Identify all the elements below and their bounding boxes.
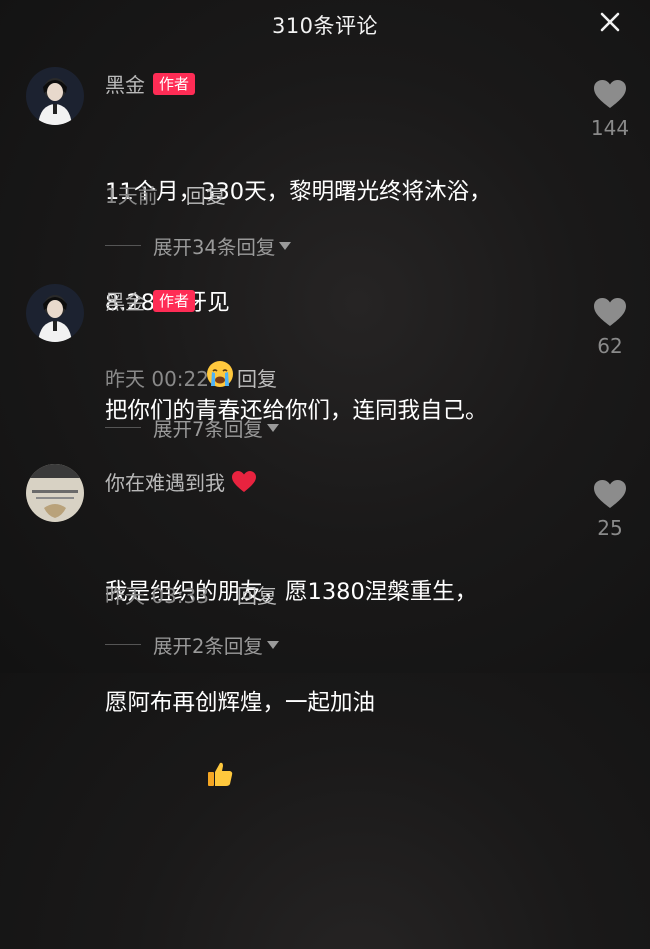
thumbs-up-icon <box>148 722 235 838</box>
close-icon[interactable] <box>596 8 624 36</box>
commenter-name[interactable]: 你在难遇到我 <box>105 467 225 496</box>
expand-replies-button[interactable]: 展开7条回复 <box>105 413 279 442</box>
expand-replies-button[interactable]: 展开2条回复 <box>105 630 279 659</box>
chevron-down-icon <box>266 640 279 649</box>
author-badge: 作者 <box>153 289 196 312</box>
like-button[interactable]: 25 <box>584 478 636 540</box>
expand-replies-label: 展开2条回复 <box>153 635 263 658</box>
heart-icon <box>594 80 626 108</box>
avatar[interactable] <box>26 67 84 125</box>
heart-icon <box>594 298 626 326</box>
like-count: 62 <box>597 334 623 358</box>
divider <box>105 427 141 428</box>
comment-text: 我是组织的朋友，愿1380涅槃重生， 愿阿布再创辉煌，一起加油 <box>105 500 555 949</box>
avatar[interactable] <box>26 464 84 522</box>
comments-header: 310条评论 <box>0 0 650 46</box>
chevron-down-icon <box>266 423 279 432</box>
avatar[interactable] <box>26 284 84 342</box>
like-button[interactable]: 62 <box>584 296 636 358</box>
divider <box>105 245 141 246</box>
author-badge: 作者 <box>153 72 196 95</box>
like-count: 25 <box>597 516 623 540</box>
expand-replies-label: 展开34条回复 <box>153 236 276 259</box>
like-button[interactable]: 144 <box>584 78 636 140</box>
commenter-name[interactable]: 黑金 <box>105 286 145 315</box>
reply-button[interactable]: 回复 <box>237 580 277 609</box>
reply-button[interactable]: 回复 <box>186 180 226 209</box>
comment-text-line: 愿阿布再创辉煌，一起加油 <box>105 690 376 716</box>
heart-icon <box>594 480 626 508</box>
reply-button[interactable]: 回复 <box>237 363 277 392</box>
divider <box>105 644 141 645</box>
comment-timestamp: 昨天 00:22 <box>105 367 209 391</box>
commenter-name[interactable]: 黑金 <box>105 69 145 98</box>
red-heart-icon <box>231 470 257 494</box>
chevron-down-icon <box>279 241 292 250</box>
like-count: 144 <box>590 116 630 140</box>
comment-timestamp: 1天前 <box>105 184 158 208</box>
expand-replies-button[interactable]: 展开34条回复 <box>105 231 292 260</box>
comment-count-title: 310条评论 <box>271 14 379 38</box>
comment-timestamp: 昨天 03:33 <box>105 584 209 608</box>
expand-replies-label: 展开7条回复 <box>153 418 263 441</box>
